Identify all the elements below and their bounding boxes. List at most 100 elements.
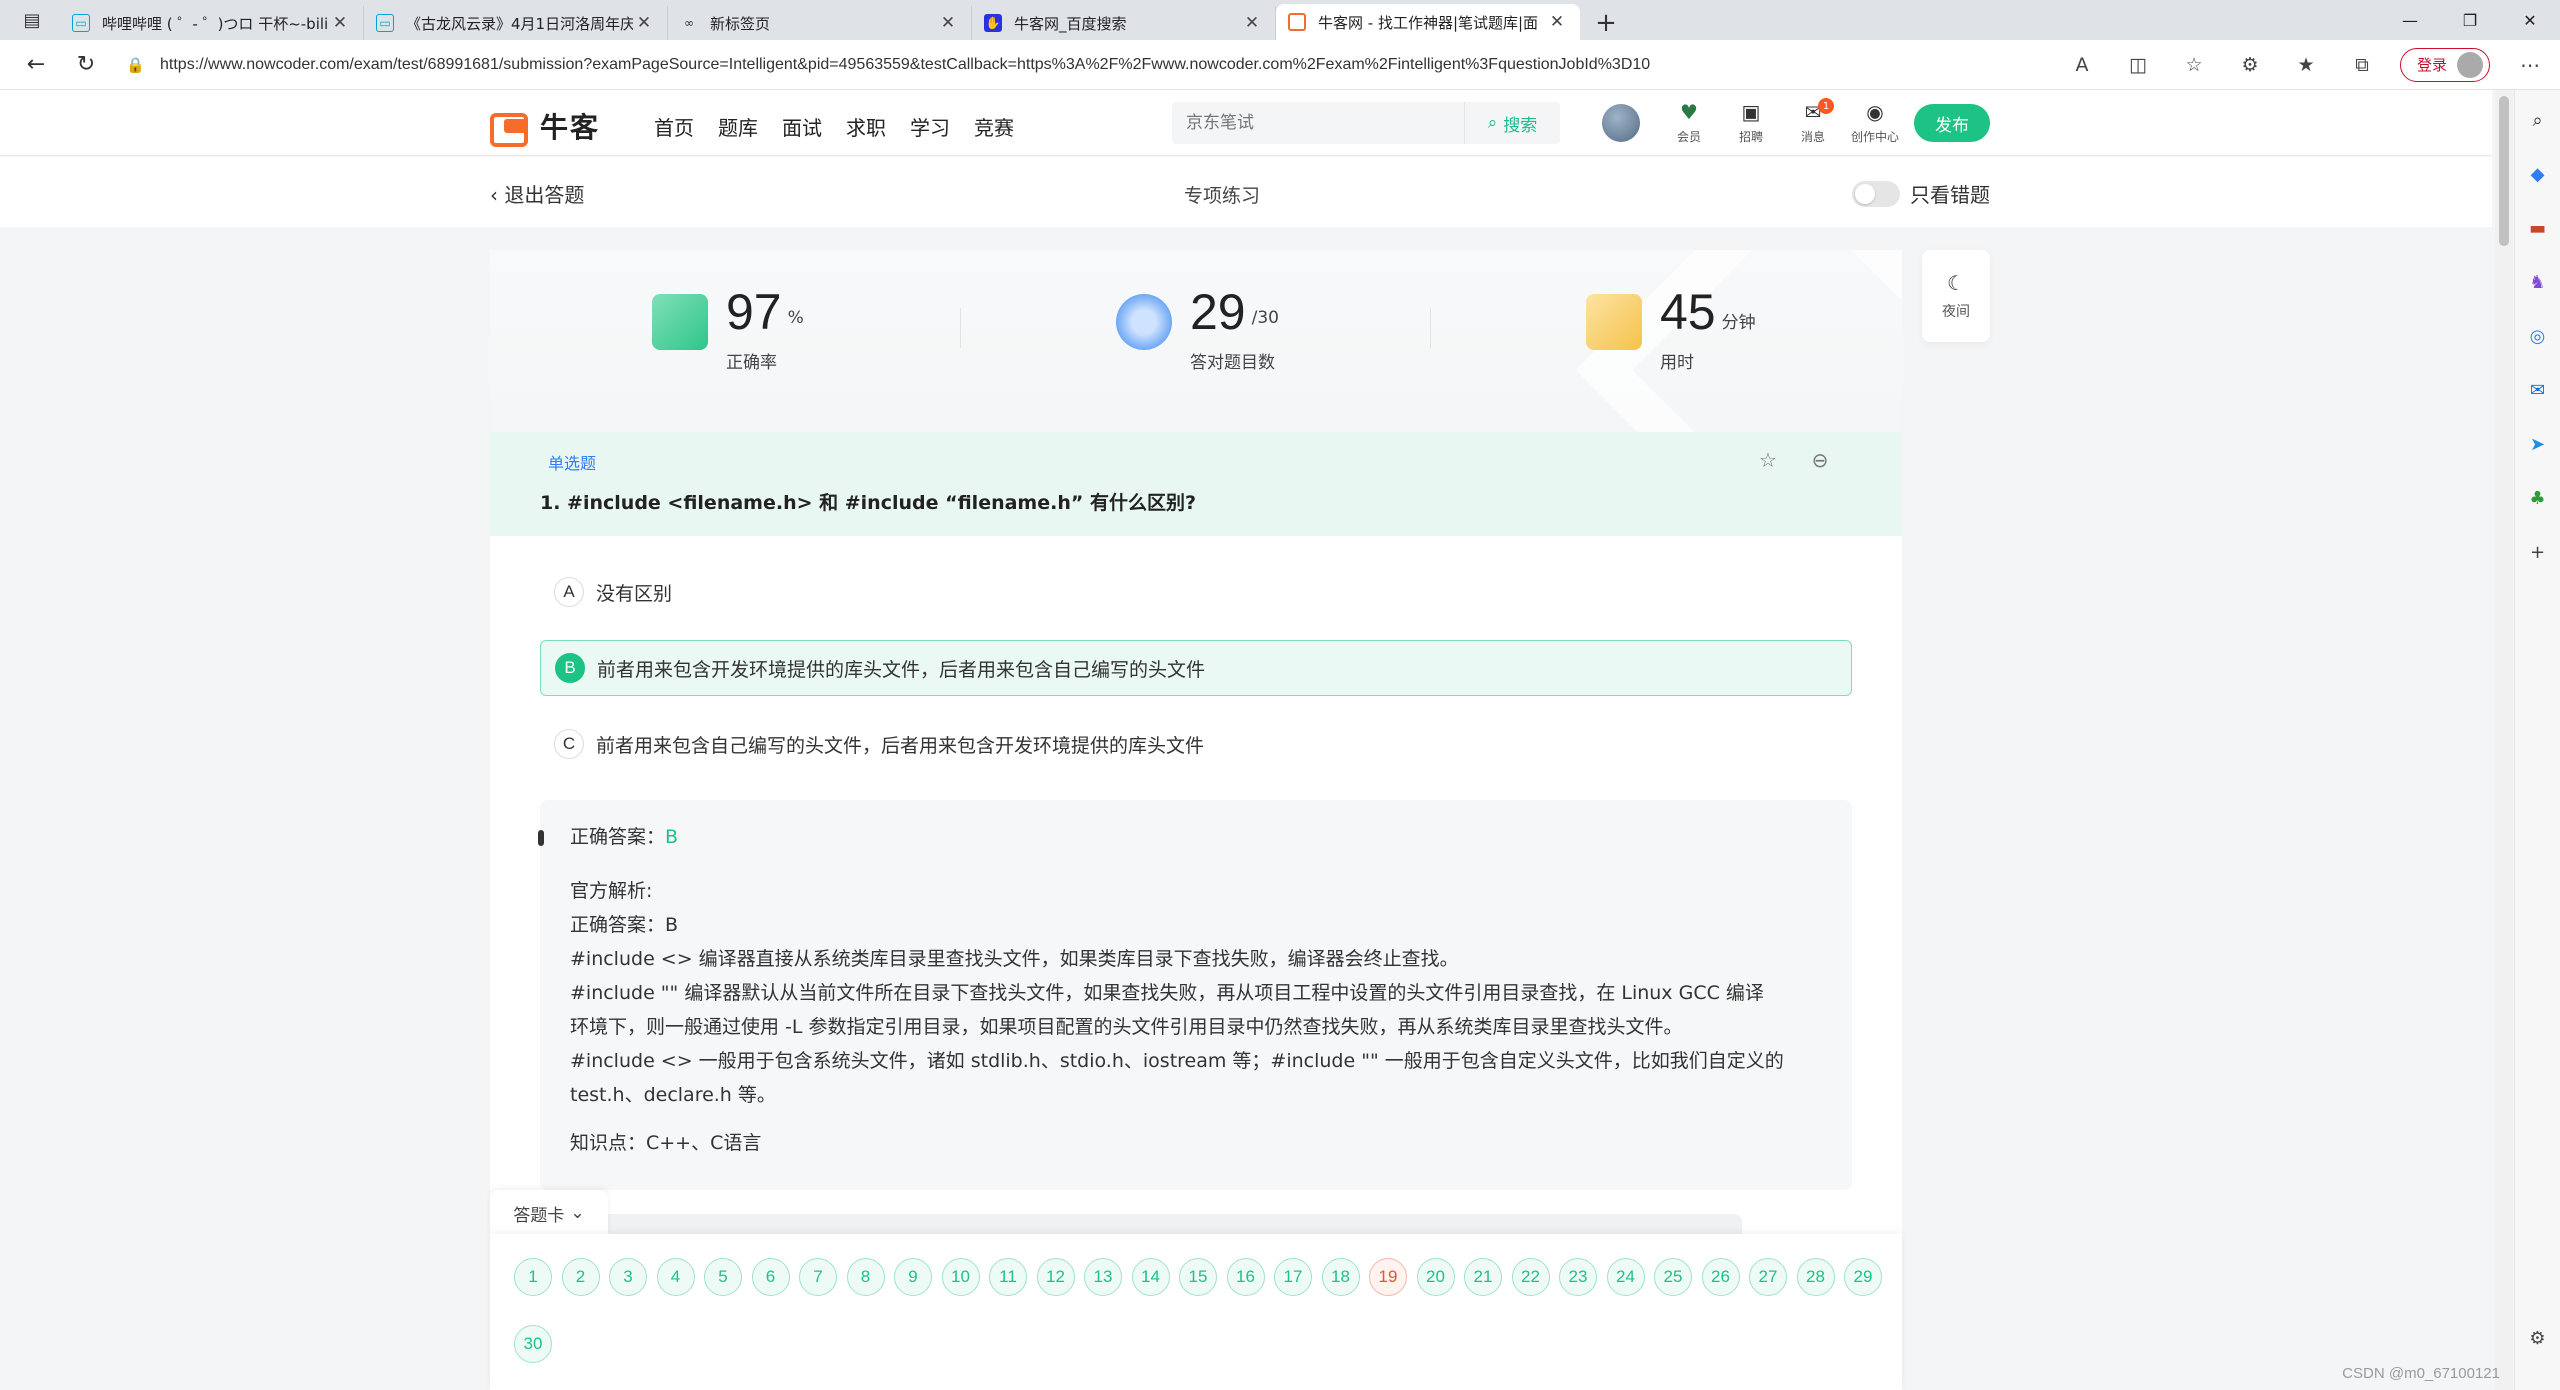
question-number-30[interactable]: 30 (514, 1325, 552, 1363)
header-recruit[interactable]: ▣ 招聘 (1720, 100, 1782, 145)
question-number-14[interactable]: 14 (1131, 1258, 1170, 1296)
browser-tab[interactable]: ∞ 新标签页 ✕ (668, 6, 972, 40)
search-input[interactable] (1172, 113, 1462, 133)
toolbox-icon[interactable]: ▬ (2522, 212, 2554, 244)
analysis-line: 环境下，则一般通过使用 -L 参数指定引用目录，如果项目配置的头文件引用目录中仍… (570, 1016, 1683, 1038)
user-avatar[interactable] (1602, 104, 1640, 142)
question-number-8[interactable]: 8 (846, 1258, 885, 1296)
favorite-add-icon[interactable]: ☆ (2166, 54, 2222, 76)
question-number-16[interactable]: 16 (1226, 1258, 1265, 1296)
question-number-27[interactable]: 27 (1749, 1258, 1787, 1296)
split-screen-icon[interactable]: ◫ (2110, 54, 2166, 76)
question-number-13[interactable]: 13 (1084, 1258, 1122, 1296)
question-number-26[interactable]: 26 (1701, 1258, 1740, 1296)
close-tab-icon[interactable]: ✕ (1241, 13, 1263, 33)
question-number-3[interactable]: 3 (609, 1258, 647, 1296)
question-type: 单选题 (548, 454, 597, 473)
publish-button[interactable]: 发布 (1914, 104, 1990, 142)
browser-tab[interactable]: ▭ 哔哩哔哩 ( ゜- ゜)つロ 干杯~-bilib ✕ (60, 6, 364, 40)
question-number-2[interactable]: 2 (561, 1258, 600, 1296)
minimize-icon[interactable]: — (2380, 0, 2440, 40)
nav-jobs[interactable]: 求职 (846, 112, 886, 141)
favorites-icon[interactable]: ★ (2278, 54, 2334, 76)
office-icon[interactable]: ◎ (2522, 320, 2554, 352)
header-vip[interactable]: ♥ 会员 (1658, 100, 1720, 145)
outlook-icon[interactable]: ✉ (2522, 374, 2554, 406)
question-number-24[interactable]: 24 (1606, 1258, 1645, 1296)
close-window-icon[interactable]: ✕ (2500, 0, 2560, 40)
question-number-23[interactable]: 23 (1559, 1258, 1597, 1296)
question-number-5[interactable]: 5 (704, 1258, 742, 1296)
question-number-28[interactable]: 28 (1796, 1258, 1835, 1296)
question-number-18[interactable]: 18 (1321, 1258, 1360, 1296)
read-aloud-icon[interactable]: A (2054, 54, 2110, 76)
option-b-selected[interactable]: B 前者用来包含开发环境提供的库头文件，后者用来包含自己编写的头文件 (540, 640, 1852, 696)
lock-icon: 🔒 (126, 56, 145, 74)
question-number-1[interactable]: 1 (514, 1258, 552, 1296)
edge-sidebar: ⌕ ◆ ▬ ♞ ◎ ✉ ➤ ♣ + ⚙ (2514, 90, 2560, 1390)
add-sidebar-icon[interactable]: + (2522, 536, 2554, 568)
send-icon[interactable]: ➤ (2522, 428, 2554, 460)
search-icon[interactable]: ⌕ (2522, 104, 2554, 136)
question-number-6[interactable]: 6 (751, 1258, 790, 1296)
search-button[interactable]: ⌕ 搜索 (1464, 102, 1560, 144)
browser-tab-active[interactable]: 牛客网 - 找工作神器|笔试题库|面 ✕ (1276, 4, 1580, 40)
close-tab-icon[interactable]: ✕ (937, 13, 959, 33)
question-number-20[interactable]: 20 (1416, 1258, 1455, 1296)
question-number-21[interactable]: 21 (1464, 1258, 1502, 1296)
question-number-25[interactable]: 25 (1654, 1258, 1692, 1296)
tab-actions-icon[interactable]: ▤ (12, 2, 52, 38)
new-tab-button[interactable]: + (1586, 6, 1626, 40)
nav-home[interactable]: 首页 (654, 112, 694, 141)
nav-interview[interactable]: 面试 (782, 112, 822, 141)
close-tab-icon[interactable]: ✕ (1546, 12, 1568, 32)
question-number-4[interactable]: 4 (656, 1258, 695, 1296)
header-creator[interactable]: ◉ 创作中心 (1844, 100, 1906, 145)
collections-icon[interactable]: ⧉ (2334, 54, 2390, 76)
extensions-icon[interactable]: ⚙ (2222, 54, 2278, 76)
refresh-icon[interactable]: ↻ (64, 45, 108, 85)
star-icon[interactable]: ☆ (1742, 448, 1794, 472)
games-icon[interactable]: ♞ (2522, 266, 2554, 298)
question-number-15[interactable]: 15 (1179, 1258, 1217, 1296)
browser-tab[interactable]: ✋ 牛客网_百度搜索 ✕ (972, 6, 1276, 40)
option-c[interactable]: C 前者用来包含自己编写的头文件，后者用来包含开发环境提供的库头文件 (540, 716, 1852, 772)
nav-contest[interactable]: 竞赛 (974, 112, 1014, 141)
page-scrollbar[interactable] (2495, 90, 2513, 1390)
question-number-19[interactable]: 19 (1369, 1258, 1407, 1296)
sidebar-settings-icon[interactable]: ⚙ (2522, 1322, 2554, 1354)
back-arrow-icon[interactable]: ← (14, 45, 58, 85)
close-tab-icon[interactable]: ✕ (329, 13, 351, 33)
accuracy-unit: % (787, 308, 804, 328)
close-tab-icon[interactable]: ✕ (633, 13, 655, 33)
answer-card-toggle[interactable]: 答题卡 ⌄ (490, 1190, 608, 1236)
tree-icon[interactable]: ♣ (2522, 482, 2554, 514)
question-number-22[interactable]: 22 (1511, 1258, 1550, 1296)
toggle-switch[interactable] (1852, 180, 1900, 207)
url-field[interactable]: 🔒 https://www.nowcoder.com/exam/test/689… (114, 47, 2014, 83)
clock-icon (1586, 294, 1642, 350)
browser-login-button[interactable]: 登录 (2400, 47, 2491, 82)
option-a[interactable]: A 没有区别 (540, 564, 1852, 620)
more-menu-icon[interactable]: ⋯ (2520, 53, 2540, 77)
header-message[interactable]: ✉ 1 消息 (1782, 98, 1844, 145)
question-number-12[interactable]: 12 (1036, 1258, 1075, 1296)
minus-circle-icon[interactable]: ⊖ (1794, 448, 1846, 472)
shopping-tag-icon[interactable]: ◆ (2522, 158, 2554, 190)
wrong-only-toggle[interactable]: 只看错题 (1852, 179, 1990, 208)
scrollbar-thumb[interactable] (2499, 96, 2509, 246)
question-number-10[interactable]: 10 (941, 1258, 980, 1296)
exit-answer-button[interactable]: ‹ 退出答题 (490, 179, 584, 208)
question-number-29[interactable]: 29 (1844, 1258, 1882, 1296)
nav-learn[interactable]: 学习 (910, 112, 950, 141)
maximize-icon[interactable]: ❐ (2440, 0, 2500, 40)
question-number-7[interactable]: 7 (799, 1258, 837, 1296)
night-mode-button[interactable]: ☾ 夜间 (1922, 250, 1990, 342)
nav-question-bank[interactable]: 题库 (718, 112, 758, 141)
question-number-17[interactable]: 17 (1274, 1258, 1312, 1296)
nowcoder-logo[interactable]: 牛客 (490, 106, 600, 147)
option-letter: A (554, 577, 584, 607)
question-number-11[interactable]: 11 (989, 1258, 1027, 1296)
question-number-9[interactable]: 9 (894, 1258, 932, 1296)
browser-tab[interactable]: ▭ 《古龙风云录》4月1日河洛周年庆 ✕ (364, 6, 668, 40)
